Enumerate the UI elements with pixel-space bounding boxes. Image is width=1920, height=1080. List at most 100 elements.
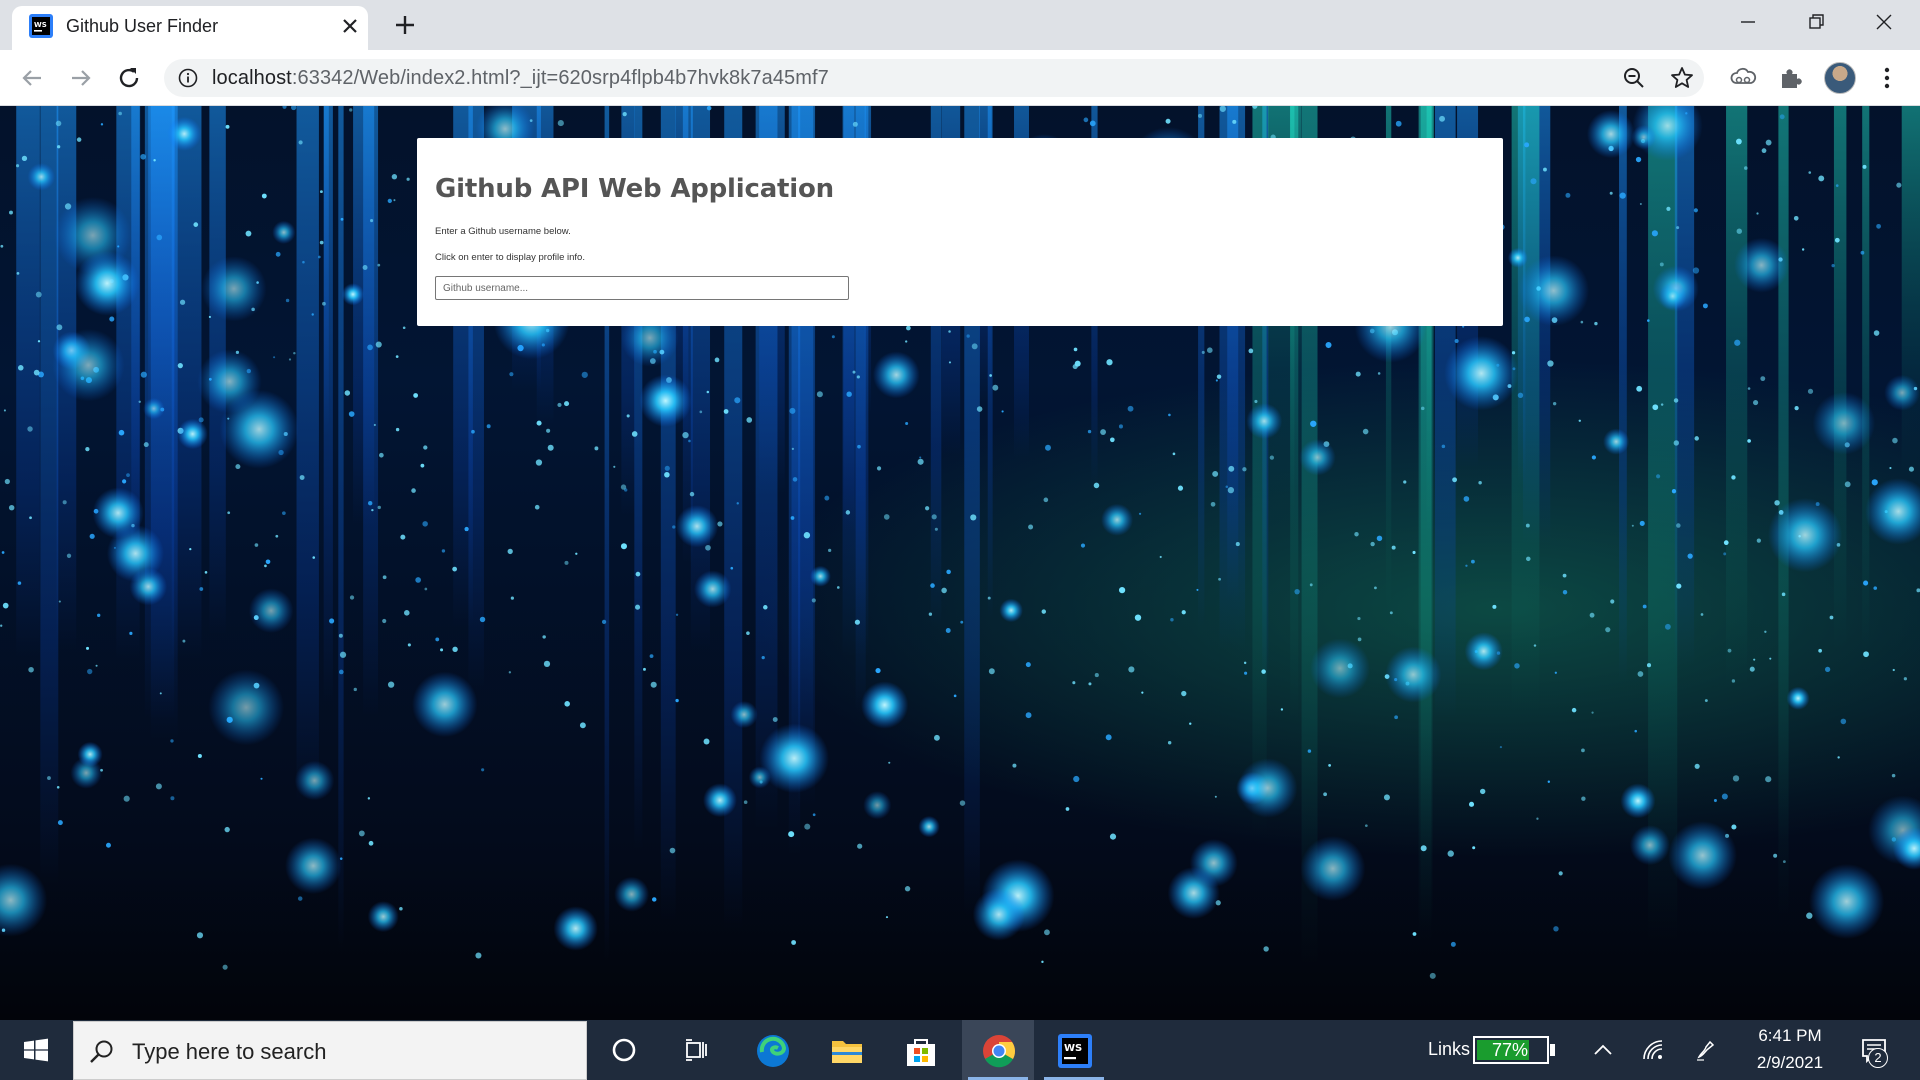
particle-dot [17, 365, 24, 371]
clock-date[interactable]: 2/9/2021 [1740, 1053, 1840, 1073]
particle-dot [888, 761, 891, 764]
extensions-puzzle-icon[interactable] [1776, 63, 1806, 93]
extension-cloud-icon[interactable] [1728, 63, 1758, 93]
particle-dot [1863, 651, 1869, 658]
particle-dot [224, 826, 230, 833]
taskbar-search-box[interactable]: Type here to search [73, 1021, 587, 1080]
window-close-icon[interactable] [1870, 8, 1898, 36]
site-info-icon[interactable] [178, 68, 198, 88]
taskbar-webstorm[interactable]: WS [1038, 1020, 1110, 1080]
browser-tab[interactable]: WS Github User Finder [12, 6, 368, 50]
particle-dot [946, 569, 951, 575]
forward-arrow-icon[interactable] [66, 63, 96, 93]
windows-start-icon[interactable] [0, 1020, 72, 1080]
particle-dot [1840, 718, 1847, 725]
particle-glow [143, 397, 165, 420]
particle-dot [1041, 960, 1044, 964]
particle-dot [852, 370, 856, 374]
particle-glow [0, 863, 48, 937]
particle-dot [1687, 553, 1693, 559]
wifi-icon[interactable] [1640, 1037, 1666, 1063]
particle-dot [407, 643, 411, 647]
particle-dot [1652, 404, 1659, 411]
particle-dot [594, 446, 599, 451]
particle-dot [1764, 630, 1767, 633]
task-view-button[interactable] [660, 1020, 732, 1080]
particle-dot [1553, 926, 1559, 932]
particle-dot [1377, 372, 1381, 375]
particle-dot [358, 830, 365, 837]
particle-dot [931, 514, 937, 520]
particle-dot [699, 410, 703, 414]
particle-dot [420, 463, 425, 468]
links-toolbar-label[interactable]: Links [1428, 1039, 1470, 1060]
particle-dot [329, 618, 335, 624]
particle-dot [723, 409, 729, 414]
username-input[interactable] [435, 276, 849, 300]
particle-dot [542, 635, 546, 639]
particle-dot [1731, 824, 1737, 830]
particle-dot [197, 753, 202, 759]
particle-dot [1765, 139, 1772, 146]
particle-dot [828, 548, 832, 552]
restore-icon[interactable] [1802, 8, 1830, 36]
url-text[interactable]: localhost:63342/Web/index2.html?_ijt=620… [212, 67, 829, 90]
particle-dot [1441, 444, 1446, 449]
particle-dot [575, 552, 578, 555]
particle-dot [620, 484, 627, 490]
new-tab-icon[interactable] [392, 12, 418, 38]
taskbar-chrome[interactable] [962, 1020, 1034, 1080]
task-view-icon [686, 1039, 707, 1061]
reload-icon[interactable] [114, 63, 144, 93]
particle-dot [1863, 580, 1869, 586]
particle-glow [999, 598, 1023, 623]
clock-time[interactable]: 6:41 PM [1740, 1026, 1840, 1046]
particle-dot [1749, 666, 1755, 672]
taskbar-edge[interactable] [736, 1020, 808, 1080]
pen-workspace-icon[interactable] [1692, 1037, 1718, 1063]
particle-dot [260, 777, 263, 780]
instruction-text: Enter a Github username below. [435, 226, 571, 237]
back-arrow-icon[interactable] [17, 63, 47, 93]
more-menu-icon[interactable] [1872, 63, 1902, 93]
particle-dot [204, 571, 208, 574]
particle-dot [319, 240, 324, 245]
bookmark-star-icon[interactable] [1669, 65, 1695, 91]
address-bar[interactable]: localhost:63342/Web/index2.html?_ijt=620… [164, 59, 1704, 97]
taskbar-store[interactable] [884, 1020, 956, 1080]
profile-avatar[interactable] [1824, 62, 1856, 94]
battery-indicator[interactable]: 77% [1473, 1036, 1549, 1064]
particle-glow [367, 901, 399, 933]
particle-dot [140, 153, 147, 160]
particle-dot [1676, 226, 1680, 230]
particle-dot [479, 616, 486, 623]
minimize-icon[interactable] [1734, 8, 1762, 36]
particle-dot [1118, 587, 1126, 594]
particle-dot [153, 159, 156, 162]
particle-dot [1744, 166, 1748, 170]
particle-dot [1100, 429, 1106, 435]
particle-dot [987, 596, 991, 600]
particle-dot [452, 646, 458, 652]
particle-dot [816, 391, 823, 398]
show-hidden-icons-chevron-icon[interactable] [1590, 1037, 1616, 1063]
particle-dot [413, 393, 419, 398]
close-tab-icon[interactable] [337, 13, 363, 39]
particle-dot [836, 586, 840, 589]
zoom-icon[interactable] [1622, 66, 1646, 90]
particle-dot [613, 465, 616, 468]
particle-dot [1228, 465, 1235, 472]
particle-dot [1170, 618, 1174, 622]
particle-dot [672, 525, 676, 529]
particle-glow [1603, 428, 1630, 455]
url-host: localhost [212, 67, 292, 89]
particle-dot [58, 600, 61, 603]
taskbar-file-explorer[interactable] [810, 1020, 882, 1080]
particle-glow [1786, 686, 1810, 710]
svg-text:WS: WS [34, 21, 47, 29]
particle-dot [1536, 817, 1539, 820]
cortana-button[interactable] [588, 1020, 660, 1080]
particle-dot [1210, 501, 1216, 507]
particle-dot [730, 566, 734, 570]
particle-glow [614, 876, 650, 912]
